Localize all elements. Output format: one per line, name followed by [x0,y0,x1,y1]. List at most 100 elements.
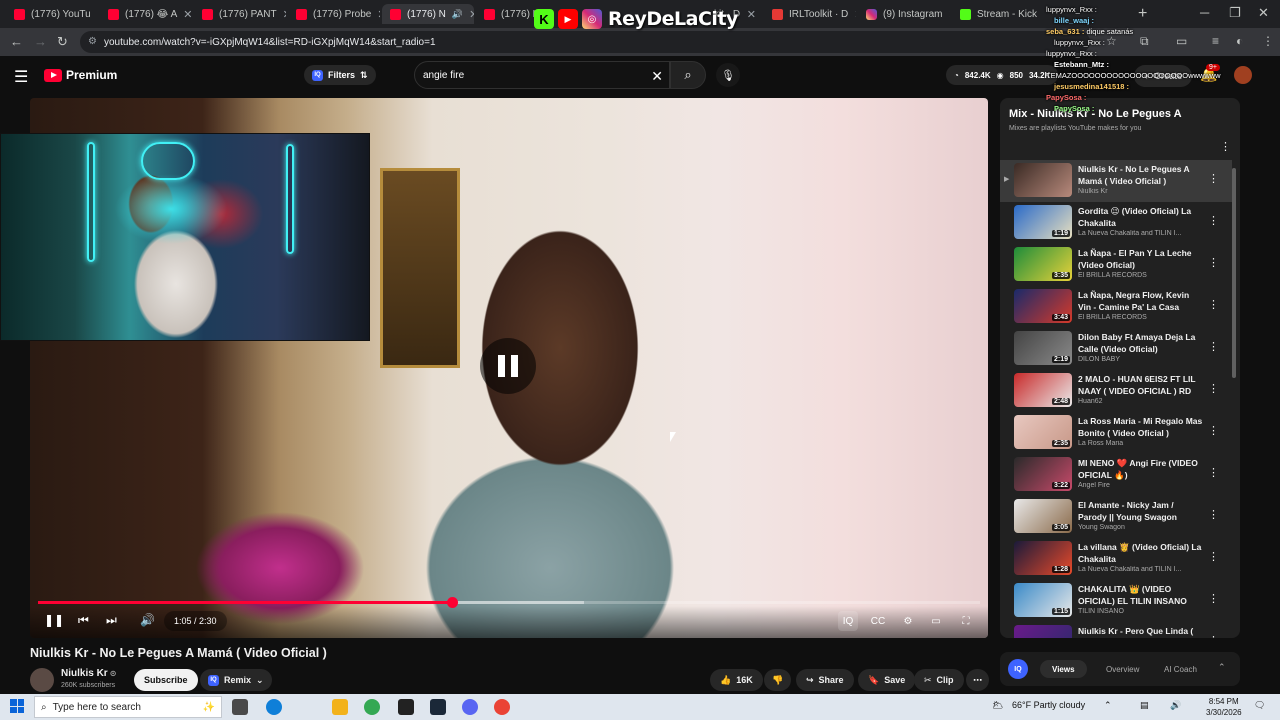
browser-tab-active[interactable]: (1776) N 🔊 ✕ [382,4,474,24]
close-tab-icon[interactable]: ✕ [283,8,286,21]
close-tab-icon[interactable]: ✕ [854,8,856,21]
share-button[interactable]: ↪ Share [796,669,854,691]
playlist-item[interactable]: 1:28 La villana 👸 (Video Oficial) La Cha… [1000,538,1232,580]
remix-button[interactable]: IQ Remix ⌄ [200,669,272,691]
discord-icon[interactable] [462,699,478,715]
playlist-item-title[interactable]: MI NENO ❤️ Angi Fire (VIDEO OFICIAL 🔥) [1078,457,1204,481]
weather-text[interactable]: 66°F Partly cloudy [1012,700,1085,710]
playlist-item[interactable]: 3:22 MI NENO ❤️ Angi Fire (VIDEO OFICIAL… [1000,454,1232,496]
playlist-item-title[interactable]: La villana 👸 (Video Oficial) La Chakalit… [1078,541,1204,565]
video-thumbnail[interactable] [1014,163,1072,197]
app-icon[interactable] [398,699,414,715]
video-thumbnail[interactable]: 1:28 [1014,541,1072,575]
speaker-icon[interactable]: 🔊 [452,9,463,20]
close-tab-icon[interactable]: ✕ [948,8,950,21]
more-vertical-icon[interactable]: ⋮ [1208,298,1219,311]
search-input[interactable]: angie fire ✕ [414,61,670,89]
playlist-item-title[interactable]: La Ross Maria - Mi Regalo Mas Bonito ( V… [1078,415,1204,439]
playlist-item-title[interactable]: Gordita 😉 (Video Oficial) La Chakalita [1078,205,1204,229]
file-explorer-icon[interactable] [332,699,348,715]
browser-tab[interactable]: (9) Instagram✕ [858,4,950,24]
tab-ai-coach[interactable]: AI Coach [1152,660,1209,678]
browser-tab[interactable]: (1776) YouTu✕ [6,4,98,24]
playlist-item-title[interactable]: La Ñapa - El Pan Y La Leche (Video Ofici… [1078,247,1204,271]
video-thumbnail[interactable]: 2:19 [1014,331,1072,365]
notification-center-icon[interactable]: 🗨 [1254,700,1265,711]
network-icon[interactable]: ▤ [1140,700,1149,711]
steam-icon[interactable] [430,699,446,715]
playlist-item[interactable]: Niulkis Kr - Pero Que Linda ( ⋮ [1000,622,1232,638]
playlist-item[interactable]: 3:05 El Amante - Nicky Jam / Parody || Y… [1000,496,1232,538]
progress-bar[interactable] [38,597,980,608]
playlist-item[interactable]: 2:19 Dilon Baby Ft Amaya Deja La Calle (… [1000,328,1232,370]
close-tab-icon[interactable]: ✕ [469,8,474,21]
like-button[interactable]: 👍 16K [710,669,763,691]
video-thumbnail[interactable]: 2:35 [1014,415,1072,449]
more-vertical-icon[interactable]: ⋮ [1208,550,1219,563]
volume-icon[interactable]: 🔊 [140,613,155,627]
subscribe-button[interactable]: Subscribe [134,669,198,691]
youtube-logo[interactable]: Premium [44,68,117,82]
browser-tab[interactable]: IRLToolkit · D✕ [764,4,856,24]
captions-icon[interactable]: CC [868,611,888,631]
video-thumbnail[interactable]: 3:35 [1014,247,1072,281]
playlist-item[interactable]: 1:19 Gordita 😉 (Video Oficial) La Chakal… [1000,202,1232,244]
playlist-item-title[interactable]: CHAKALITA 👑 (VIDEO OFICIAL) EL TILIN INS… [1078,583,1204,607]
volume-tray-icon[interactable]: 🔊 [1170,700,1181,711]
reload-icon[interactable]: ↻ [57,34,68,50]
taskbar-clock[interactable]: 8:54 PM 3/30/2026 [1206,696,1242,718]
channel-name[interactable]: Niulkis Kr ⊙ [61,668,116,679]
tab-overview[interactable]: Overview [1094,660,1151,678]
playlist-item-title[interactable]: El Amante - Nicky Jam / Parody || Young … [1078,499,1204,523]
dislike-button[interactable]: 👎 [764,669,792,691]
video-thumbnail[interactable]: 2:48 [1014,373,1072,407]
video-thumbnail[interactable] [1014,625,1072,638]
fullscreen-icon[interactable]: ⛶ [956,611,976,631]
tab-views[interactable]: Views [1040,660,1087,678]
iq-player-icon[interactable]: IQ [838,611,858,631]
site-info-icon[interactable]: ⚙ [88,36,97,47]
playlist-scrollbar[interactable] [1232,168,1236,378]
more-vertical-icon[interactable]: ⋮ [1208,256,1219,269]
more-vertical-icon[interactable]: ⋮ [1208,340,1219,353]
tray-overflow-icon[interactable]: ⌃ [1104,700,1112,711]
video-thumbnail[interactable]: 3:22 [1014,457,1072,491]
browser-tab[interactable]: (1776) PANT✕ [194,4,286,24]
voice-search-button[interactable]: 🎙 [716,63,740,87]
weather-icon[interactable]: 🌥 [992,700,1003,711]
playlist-item[interactable]: 3:43 La Ñapa, Negra Flow, Kevin Vin - Ca… [1000,286,1232,328]
address-bar[interactable]: ⚙ youtube.com/watch?v=-iGXpjMqW14&list=R… [80,31,1090,53]
clip-button[interactable]: ✂ Clip [914,669,964,691]
playlist-item[interactable]: 2:48 2 MALO - HUAN 6EIS2 FT LIL NAAY ( V… [1000,370,1232,412]
more-vertical-icon[interactable]: ⋮ [1208,424,1219,437]
taskbar-search-input[interactable]: ⌕ Type here to search ✨ [34,696,222,718]
pause-overlay-button[interactable] [480,338,536,394]
channel-avatar[interactable] [30,668,54,692]
theater-mode-icon[interactable]: ▭ [926,611,946,631]
video-thumbnail[interactable]: 1:15 [1014,583,1072,617]
playlist-item[interactable]: 2:35 La Ross Maria - Mi Regalo Mas Bonit… [1000,412,1232,454]
play-pause-icon[interactable]: ❚❚ [44,613,64,627]
hamburger-menu-icon[interactable]: ☰ [14,67,28,87]
filters-button[interactable]: IQ Filters ⇅ [304,65,376,85]
more-vertical-icon[interactable]: ⋮ [1208,634,1219,638]
playlist-item-title[interactable]: La Ñapa, Negra Flow, Kevin Vin - Camine … [1078,289,1204,313]
browser-tab[interactable]: (1776) Probe✕ [288,4,380,24]
more-vertical-icon[interactable]: ⋮ [1208,508,1219,521]
playlist-item-title[interactable]: Niulkis Kr - No Le Pegues A Mamá ( Video… [1078,163,1204,187]
browser-tab[interactable]: (1776) 😂 A ✕ [100,4,192,24]
video-thumbnail[interactable]: 3:05 [1014,499,1072,533]
edge-icon[interactable] [266,699,282,715]
chrome-icon[interactable] [364,699,380,715]
playlist-item[interactable]: ▶ Niulkis Kr - No Le Pegues A Mamá ( Vid… [1000,160,1232,202]
next-icon[interactable]: ⏭ [106,613,117,628]
close-tab-icon[interactable]: ✕ [747,8,756,21]
settings-gear-icon[interactable]: ⚙ [898,611,918,631]
back-icon[interactable]: ← [10,34,23,49]
save-button[interactable]: 🔖 Save [858,669,916,691]
previous-icon[interactable]: ⏮ [78,613,89,628]
video-thumbnail[interactable]: 1:19 [1014,205,1072,239]
task-view-icon[interactable] [232,699,248,715]
playlist-item-title[interactable]: Dilon Baby Ft Amaya Deja La Calle (Video… [1078,331,1204,355]
playlist-item-title[interactable]: 2 MALO - HUAN 6EIS2 FT LIL NAAY ( VIDEO … [1078,373,1204,397]
